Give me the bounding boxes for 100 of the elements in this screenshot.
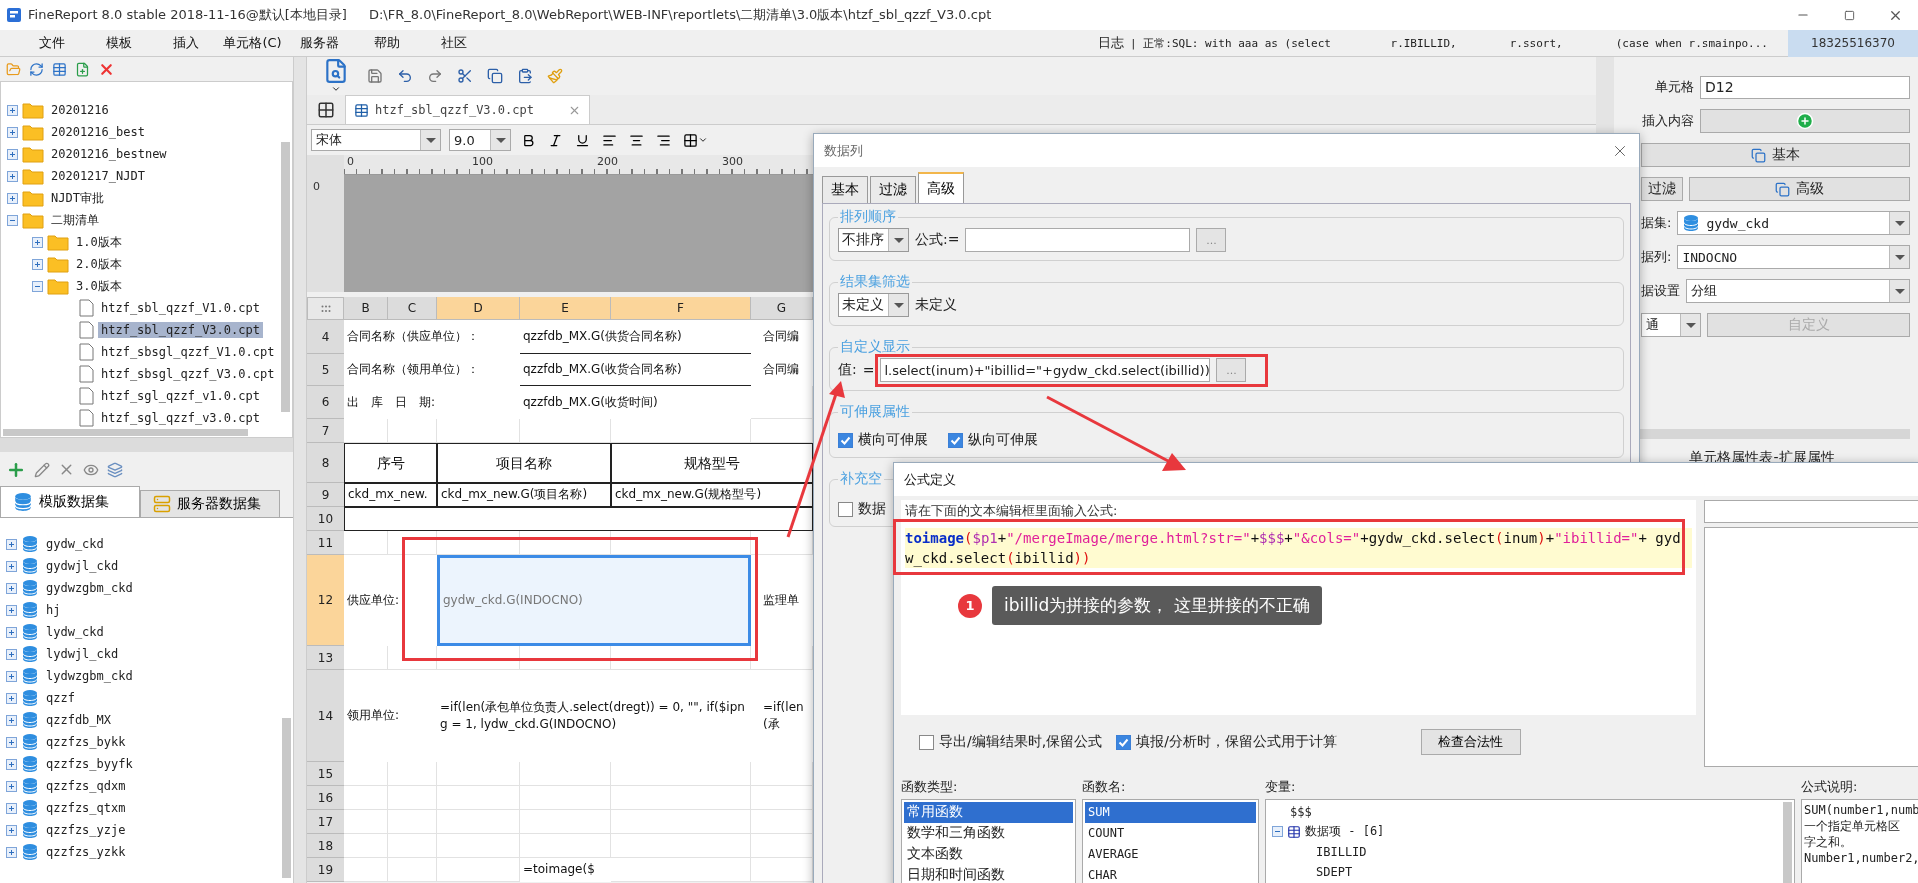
table-icon[interactable]: [52, 61, 67, 77]
checkbox[interactable]: 导出/编辑结果时,保留公式: [919, 733, 1103, 751]
advanced-button[interactable]: 高级: [1689, 177, 1910, 201]
cell-text[interactable]: 合同名称（领用单位）：: [344, 354, 520, 386]
dataset-item[interactable]: qzzfzs_qtxm: [43, 800, 129, 816]
edit-icon[interactable]: [34, 461, 50, 478]
expand-icon[interactable]: [6, 824, 17, 836]
expand-icon[interactable]: [7, 192, 18, 204]
tree-item[interactable]: 2.0版本: [73, 254, 125, 274]
row-number[interactable]: 11: [307, 531, 344, 555]
menu-item[interactable]: 模板: [85, 34, 152, 52]
dataset-item[interactable]: hj: [43, 602, 64, 618]
cell-text[interactable]: 供应单位:: [344, 555, 437, 646]
tree-item[interactable]: 20201217_NJDT: [48, 168, 148, 184]
sort-select[interactable]: 不排序: [838, 228, 909, 252]
column-select[interactable]: INDOCNO: [1677, 245, 1910, 269]
tree-item[interactable]: 1.0版本: [73, 232, 125, 252]
dataset-item[interactable]: lydwjl_ckd: [43, 646, 122, 662]
expand-icon[interactable]: [6, 626, 17, 638]
dialog-tab[interactable]: 过滤: [870, 176, 916, 203]
expand-icon[interactable]: [6, 846, 17, 858]
list-item[interactable]: SUM: [1085, 801, 1256, 823]
dataset-tab[interactable]: 服务器数据集: [140, 490, 280, 517]
cell-text[interactable]: qzzfdb_MX.G(收货时间): [520, 386, 751, 419]
dataset-item[interactable]: qzzf: [43, 690, 78, 706]
row-number[interactable]: 13: [307, 646, 344, 670]
column-header[interactable]: B: [344, 297, 388, 320]
selected-cell[interactable]: gydw_ckd.G(INDOCNO): [437, 555, 751, 646]
menu-item[interactable]: 单元格(C): [219, 34, 286, 52]
cell-text[interactable]: 监理单: [751, 555, 813, 646]
dialog-tab[interactable]: 高级: [918, 172, 964, 203]
checkbox[interactable]: 数据: [838, 500, 886, 518]
tree-item[interactable]: SDEPT: [1316, 864, 1353, 879]
column-header[interactable]: G: [751, 297, 813, 320]
dataset-item[interactable]: qzzfzs_byyfk: [43, 756, 136, 772]
dataset-tab[interactable]: 模版数据集: [0, 486, 140, 517]
cell-text[interactable]: =toimage($: [520, 858, 611, 882]
row-number[interactable]: 14: [307, 670, 344, 762]
menu-item[interactable]: 插入: [152, 34, 219, 52]
tree-item[interactable]: htzf_sbl_qzzf_V3.0.cpt: [98, 322, 263, 338]
row-number[interactable]: 6: [307, 386, 344, 419]
layers-icon[interactable]: [107, 461, 123, 478]
expand-icon[interactable]: [6, 604, 17, 616]
row-number[interactable]: 18: [307, 834, 344, 858]
tree-item[interactable]: IBILLID: [1316, 844, 1367, 859]
file-tab[interactable]: htzf_sbl_qzzf_V3.0.cpt: [345, 95, 590, 124]
dataset-item[interactable]: qzzfzs_yzje: [43, 822, 129, 838]
tree-item[interactable]: 二期清单: [48, 210, 102, 230]
new-file-icon[interactable]: [75, 61, 90, 77]
expand-icon[interactable]: [6, 802, 17, 814]
expand-icon[interactable]: [6, 736, 17, 748]
list-item[interactable]: 常用函数: [904, 801, 1073, 823]
mode-select[interactable]: 通: [1641, 313, 1701, 337]
tree-item[interactable]: NJDT审批: [48, 188, 107, 208]
row-number[interactable]: 17: [307, 810, 344, 834]
dataset-item[interactable]: qzzfdb_MX: [43, 712, 115, 728]
dataset-item[interactable]: lydwzgbm_ckd: [43, 668, 136, 684]
basic-button[interactable]: 基本: [1641, 143, 1910, 167]
check-button[interactable]: 检查合法性: [1420, 729, 1521, 755]
dataset-select[interactable]: gydw_ckd: [1677, 211, 1910, 235]
cell-text[interactable]: qzzfdb_MX.G(收货合同名称): [520, 354, 751, 386]
column-title[interactable]: 规格型号: [611, 443, 813, 483]
row-number[interactable]: 19: [307, 858, 344, 882]
cell-field[interactable]: D12: [1700, 75, 1910, 99]
value-field[interactable]: l.select(inum)+"ibillid="+gydw_ckd.select(ibillid)): [880, 358, 1211, 382]
row-number[interactable]: 5: [307, 354, 344, 386]
column-title[interactable]: 项目名称: [437, 443, 611, 483]
list-item[interactable]: 文本函数: [904, 843, 1073, 865]
tree-item[interactable]: htzf_sgl_qzzf_v3.0.cpt: [98, 410, 263, 426]
search-field[interactable]: [1704, 500, 1918, 523]
expand-icon[interactable]: [7, 148, 18, 160]
column-header[interactable]: E: [520, 297, 611, 320]
expand-icon[interactable]: [6, 670, 17, 682]
menu-item[interactable]: 文件: [18, 34, 85, 52]
dialog-tab[interactable]: 基本: [822, 176, 868, 203]
font-select[interactable]: 宋体: [311, 129, 441, 151]
expand-icon[interactable]: [6, 758, 17, 770]
dataset-item[interactable]: gydwjl_ckd: [43, 558, 122, 574]
table-row-box[interactable]: [344, 507, 813, 531]
tree-item[interactable]: $$$: [1290, 804, 1312, 819]
dataset-item[interactable]: qzzfzs_qdxm: [43, 778, 129, 794]
row-number[interactable]: 15: [307, 762, 344, 786]
expand-icon[interactable]: [6, 582, 17, 594]
cell-text[interactable]: =if(len(承包单位负责人.select(dregt)) = 0, "", if($ipng = 1, lydw_ckd.G(INDOCNO): [437, 670, 751, 762]
cell-text[interactable]: 出 库 日 期:: [344, 386, 520, 419]
checkbox[interactable]: 横向可伸展: [838, 431, 928, 449]
tree-item[interactable]: htzf_sgl_qzzf_v1.0.cpt: [98, 388, 263, 404]
expand-icon[interactable]: [7, 126, 18, 138]
row-number[interactable]: 12: [307, 555, 344, 646]
list-item[interactable]: AVERAGE: [1085, 843, 1256, 865]
expand-icon[interactable]: [32, 236, 43, 248]
list-item[interactable]: 日期和时间函数: [904, 864, 1073, 883]
expand-icon[interactable]: [7, 170, 18, 182]
setting-select[interactable]: 分组: [1686, 279, 1910, 303]
cell-text[interactable]: 合同名称（供应单位）：: [344, 320, 520, 354]
expand-icon[interactable]: [7, 104, 18, 116]
column-header[interactable]: D: [437, 297, 520, 320]
column-header[interactable]: F: [611, 297, 751, 320]
formula-field[interactable]: [965, 228, 1191, 252]
menu-item[interactable]: 社区: [420, 34, 487, 52]
